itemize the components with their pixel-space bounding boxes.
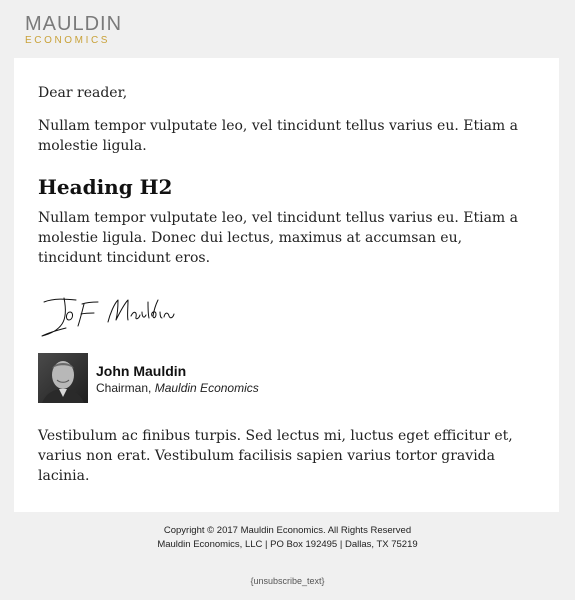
email-body: Dear reader, Nullam tempor vulputate leo… <box>38 83 528 268</box>
heading-h2: Heading H2 <box>38 175 173 199</box>
unsubscribe-link[interactable]: {unsubscribe_text} <box>0 576 575 586</box>
author-role: Chairman, Mauldin Economics <box>96 380 259 396</box>
signature-image <box>41 297 175 337</box>
author-title: Chairman, <box>96 381 152 395</box>
mauldin-economics-logo[interactable]: MAULDIN ECONOMICS <box>25 14 135 47</box>
footer: Copyright © 2017 Mauldin Economics. All … <box>0 524 575 552</box>
paragraph-2: Nullam tempor vulputate leo, vel tincidu… <box>38 210 518 266</box>
email-card: Dear reader, Nullam tempor vulputate leo… <box>14 58 559 512</box>
author-info: John Mauldin Chairman, Mauldin Economics <box>96 363 259 396</box>
author-company: Mauldin Economics <box>154 381 259 395</box>
author-avatar <box>38 353 88 403</box>
footer-copyright: Copyright © 2017 Mauldin Economics. All … <box>163 525 412 536</box>
author-name: John Mauldin <box>96 363 187 379</box>
logo-subtitle: ECONOMICS <box>25 35 111 46</box>
logo-wordmark: MAULDIN <box>25 13 123 35</box>
author-block: John Mauldin Chairman, Mauldin Economics <box>38 353 438 405</box>
footer-address: Mauldin Economics, LLC | PO Box 192495 |… <box>157 539 418 550</box>
paragraph-3: Vestibulum ac finibus turpis. Sed lectus… <box>38 428 513 484</box>
paragraph-1: Nullam tempor vulputate leo, vel tincidu… <box>38 118 518 154</box>
greeting: Dear reader, <box>38 85 128 101</box>
